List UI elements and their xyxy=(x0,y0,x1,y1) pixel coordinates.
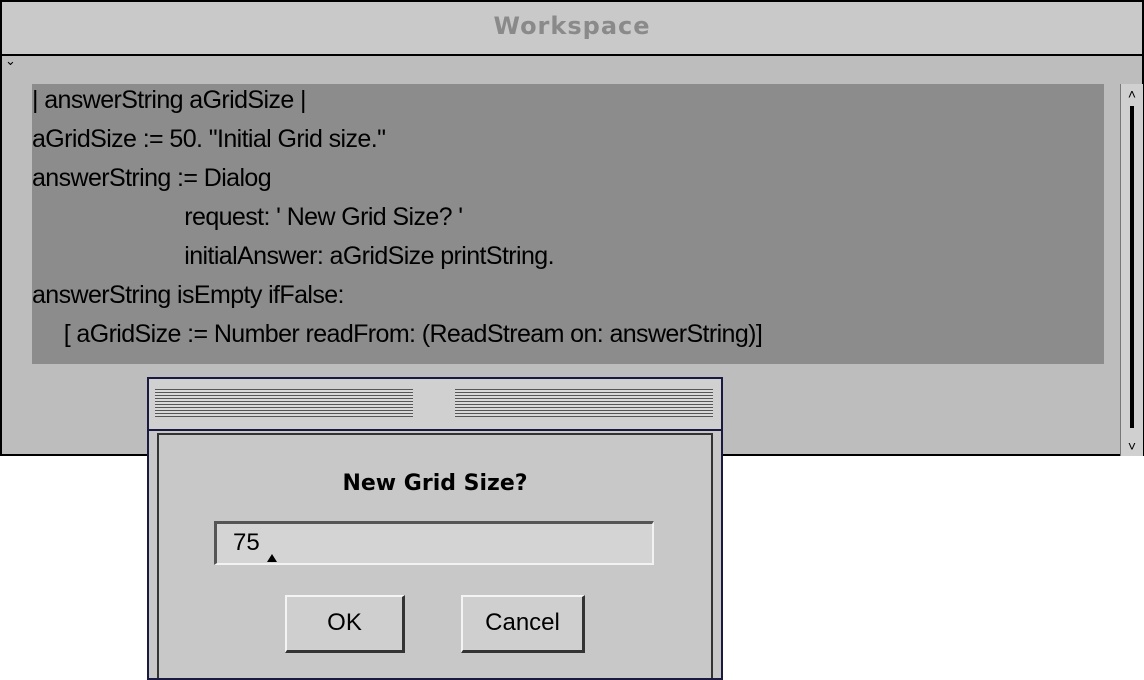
cancel-button[interactable]: Cancel xyxy=(461,595,585,653)
request-dialog: New Grid Size? 75 OK Cancel xyxy=(147,377,723,680)
scroll-down-arrow-icon[interactable]: ˅ xyxy=(1121,436,1143,456)
ok-button[interactable]: OK xyxy=(285,595,405,653)
code-line: [ aGridSize := Number readFrom: (ReadStr… xyxy=(32,320,763,348)
chevron-down-icon[interactable]: ⌄ xyxy=(5,54,21,70)
drag-grip-left xyxy=(155,389,413,417)
code-line: aGridSize := 50. "Initial Grid size." xyxy=(32,125,386,153)
drag-grip-right xyxy=(455,389,713,417)
code-line: request: ' New Grid Size? ' xyxy=(32,203,463,231)
scroll-track[interactable] xyxy=(1130,106,1134,428)
dialog-title-bar[interactable] xyxy=(149,379,721,431)
workspace-title-bar[interactable]: Workspace xyxy=(2,2,1142,56)
dialog-prompt: New Grid Size? xyxy=(342,471,528,496)
code-line: answerString := Dialog xyxy=(32,164,272,192)
code-line: answerString isEmpty ifFalse: xyxy=(32,281,344,309)
code-editor[interactable]: | answerString aGridSize | aGridSize := … xyxy=(32,84,1104,364)
dialog-body: New Grid Size? 75 OK Cancel xyxy=(157,433,713,678)
input-value: 75 xyxy=(233,529,260,556)
scroll-up-arrow-icon[interactable]: ˄ xyxy=(1121,84,1143,104)
text-caret-icon xyxy=(267,554,277,562)
window-title: Workspace xyxy=(493,12,651,40)
code-line: initialAnswer: aGridSize printString. xyxy=(32,242,554,270)
vertical-scrollbar[interactable]: ˄ ˅ xyxy=(1120,84,1143,456)
code-line: | answerString aGridSize | xyxy=(32,86,306,114)
grid-size-input[interactable]: 75 xyxy=(214,521,654,565)
